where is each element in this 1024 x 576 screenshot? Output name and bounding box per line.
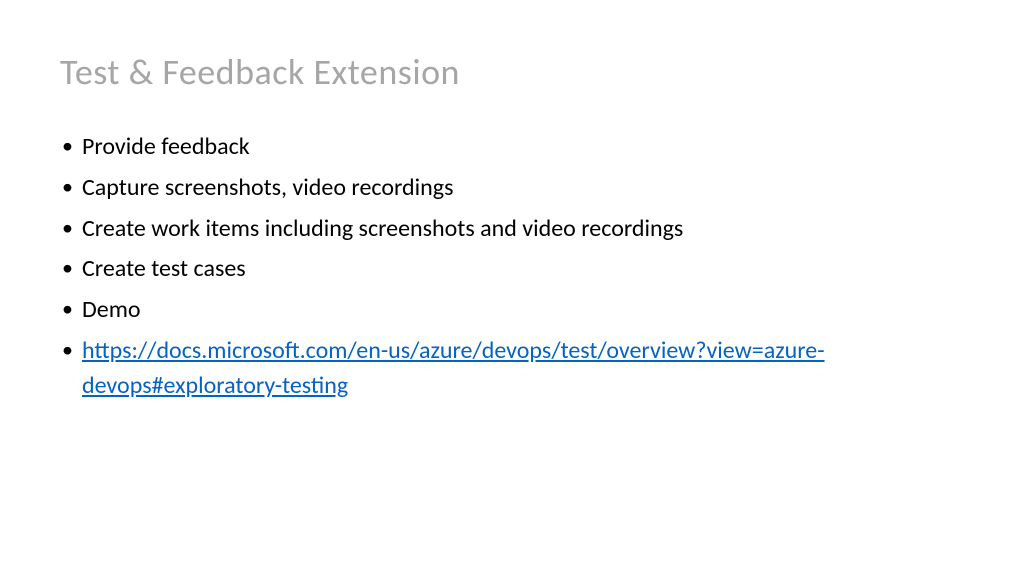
bullet-list: Provide feedback Capture screenshots, vi… — [60, 130, 964, 404]
slide-title: Test & Feedback Extension — [60, 50, 964, 94]
docs-link[interactable]: https://docs.microsoft.com/en-us/azure/d… — [82, 336, 825, 400]
list-item: Provide feedback — [60, 130, 964, 165]
list-item: Create work items including screenshots … — [60, 212, 964, 247]
list-item: Create test cases — [60, 252, 964, 287]
list-item: Demo — [60, 293, 964, 328]
list-item: Capture screenshots, video recordings — [60, 171, 964, 206]
list-item-link: https://docs.microsoft.com/en-us/azure/d… — [60, 334, 964, 404]
